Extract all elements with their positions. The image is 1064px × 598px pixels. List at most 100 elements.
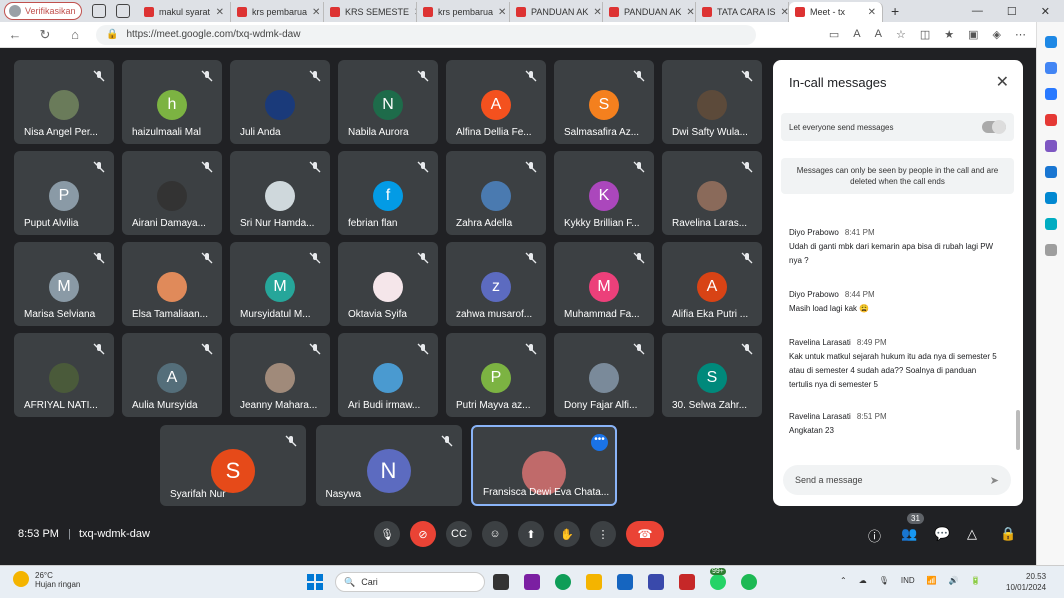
close-tab-icon[interactable]: ✕ xyxy=(686,7,694,18)
participant-tile[interactable]: Sri Nur Hamda... xyxy=(230,151,330,235)
tab-icon[interactable]: ▭ xyxy=(829,28,839,41)
present-button[interactable]: ⬆ xyxy=(518,521,544,547)
participant-tile[interactable]: f febrian flan xyxy=(338,151,438,235)
shopping-icon[interactable] xyxy=(1044,88,1057,100)
close-panel-icon[interactable]: ✕ xyxy=(996,72,1009,92)
store-icon[interactable] xyxy=(617,574,633,590)
more-options-button[interactable]: ⋮ xyxy=(590,521,616,547)
mic-tray-icon[interactable]: 🎙 xyxy=(879,576,889,585)
participant-tile[interactable]: M Muhammad Fa... xyxy=(554,242,654,326)
read-aloud-icon[interactable]: A xyxy=(875,28,882,41)
raise-hand-button[interactable]: ✋ xyxy=(554,521,580,547)
copilot-icon[interactable] xyxy=(1044,36,1057,48)
participant-tile[interactable]: AFRIYAL NATI... xyxy=(14,333,114,417)
participant-tile[interactable]: S Salmasafira Az... xyxy=(554,60,654,144)
participant-tile[interactable]: Ravelina Laras... xyxy=(662,151,762,235)
participant-tile[interactable]: P Putri Mayva az... xyxy=(446,333,546,417)
browser-tab[interactable]: TATA CARA IS ✕ xyxy=(696,2,789,22)
participant-tile[interactable]: S 30. Selwa Zahr... xyxy=(662,333,762,417)
back-icon[interactable]: ← xyxy=(0,27,30,42)
workspaces-icon[interactable] xyxy=(92,4,106,18)
add-icon[interactable] xyxy=(1044,244,1057,256)
participant-tile[interactable]: S Syarifah Nur xyxy=(160,425,306,506)
task-view-icon[interactable] xyxy=(493,574,509,590)
participant-tile[interactable]: Dony Fajar Alfi... xyxy=(554,333,654,417)
cloud-icon[interactable]: ☁ xyxy=(859,576,867,585)
volume-icon[interactable]: 🔊 xyxy=(949,576,959,585)
participant-tile[interactable]: Elsa Tamaliaan... xyxy=(122,242,222,326)
participant-tile[interactable]: ••• Fransisca Dewi Eva Chata... xyxy=(471,425,617,506)
more-options-icon[interactable]: ••• xyxy=(591,434,608,451)
chevron-up-icon[interactable]: ⌃ xyxy=(840,576,847,585)
participant-tile[interactable]: A Alfina Dellia Fe... xyxy=(446,60,546,144)
app-icon[interactable] xyxy=(648,574,664,590)
favorite-icon[interactable]: ☆ xyxy=(896,28,906,41)
language-indicator[interactable]: IND xyxy=(901,576,915,585)
participant-tile[interactable]: Oktavia Syifa xyxy=(338,242,438,326)
chat-icon[interactable]: 💬 xyxy=(934,526,950,542)
whatsapp-icon[interactable] xyxy=(710,574,726,590)
browser-tab[interactable]: krs pembarua ✕ xyxy=(417,2,510,22)
tools-icon[interactable] xyxy=(1044,114,1057,126)
participant-tile[interactable]: Dwi Safty Wula... xyxy=(662,60,762,144)
participant-tile[interactable]: Ari Budi irmaw... xyxy=(338,333,438,417)
translate-icon[interactable]: A xyxy=(853,28,860,41)
microsoft365-icon[interactable] xyxy=(1044,166,1057,178)
url-field[interactable]: 🔒 https://meet.google.com/txq-wdmk-daw xyxy=(96,24,756,45)
participant-tile[interactable]: Juli Anda xyxy=(230,60,330,144)
extensions-icon[interactable]: ◈ xyxy=(993,28,1001,41)
browser-tab[interactable]: makul syarat ✕ xyxy=(138,2,231,22)
battery-icon[interactable]: 🔋 xyxy=(971,576,981,585)
message-input[interactable]: Send a message ➤ xyxy=(783,465,1011,495)
participant-tile[interactable]: A Aulia Mursyida xyxy=(122,333,222,417)
edge-icon[interactable] xyxy=(555,574,571,590)
people-icon[interactable]: 👥 xyxy=(901,526,917,542)
close-tab-icon[interactable]: ✕ xyxy=(868,7,876,18)
participant-tile[interactable]: Nisa Angel Per... xyxy=(14,60,114,144)
browser-tab[interactable]: Meet - tx ✕ xyxy=(789,2,883,22)
activities-icon[interactable]: △ xyxy=(967,526,977,542)
teams-icon[interactable] xyxy=(524,574,540,590)
participant-tile[interactable]: z zahwa musarof... xyxy=(446,242,546,326)
info-icon[interactable]: ⓘ xyxy=(868,526,881,545)
participant-tile[interactable]: M Marisa Selviana xyxy=(14,242,114,326)
new-tab-button[interactable]: + xyxy=(891,3,899,19)
search-icon[interactable] xyxy=(1044,62,1057,74)
split-icon[interactable]: ◫ xyxy=(920,28,930,41)
participant-tile[interactable]: N Nabila Aurora xyxy=(338,60,438,144)
close-tab-icon[interactable]: ✕ xyxy=(593,7,601,18)
close-window-icon[interactable]: ✕ xyxy=(1041,5,1050,18)
participant-tile[interactable]: Jeanny Mahara... xyxy=(230,333,330,417)
close-tab-icon[interactable]: ✕ xyxy=(498,7,506,18)
explorer-icon[interactable] xyxy=(586,574,602,590)
minimize-icon[interactable]: — xyxy=(972,5,983,17)
drop-icon[interactable] xyxy=(1044,218,1057,230)
host-controls-icon[interactable]: 🔒 xyxy=(1000,526,1016,542)
taskbar-search[interactable]: 🔍 Cari xyxy=(335,572,485,592)
home-icon[interactable]: ⌂ xyxy=(60,27,90,42)
outlook-icon[interactable] xyxy=(1044,192,1057,204)
tab-actions-icon[interactable] xyxy=(116,4,130,18)
weather-widget[interactable]: 26°C Hujan ringan xyxy=(13,571,80,589)
participant-tile[interactable]: Airani Damaya... xyxy=(122,151,222,235)
close-tab-icon[interactable]: ✕ xyxy=(312,7,320,18)
participant-tile[interactable]: P Puput Alvilia xyxy=(14,151,114,235)
collections-icon[interactable]: ▣ xyxy=(968,28,978,41)
participant-tile[interactable]: M Mursyidatul M... xyxy=(230,242,330,326)
start-icon[interactable] xyxy=(307,574,323,590)
close-tab-icon[interactable]: ✕ xyxy=(216,7,224,18)
profile-button[interactable]: Verifikasikan xyxy=(4,2,82,20)
browser-tab[interactable]: krs pembarua ✕ xyxy=(231,2,324,22)
close-tab-icon[interactable]: ✕ xyxy=(781,7,788,18)
games-icon[interactable] xyxy=(1044,140,1057,152)
emoji-button[interactable]: ☺ xyxy=(482,521,508,547)
participant-tile[interactable]: K Kykky Brillian F... xyxy=(554,151,654,235)
browser-tab[interactable]: KRS SEMESTE✕ xyxy=(324,2,417,22)
camera-off-button[interactable]: ⊘ xyxy=(410,521,436,547)
clock[interactable]: 20.53 10/01/2024 xyxy=(1006,571,1046,593)
microphone-button[interactable]: 🎙 xyxy=(374,521,400,547)
send-icon[interactable]: ➤ xyxy=(990,474,999,487)
mcafee-icon[interactable] xyxy=(679,574,695,590)
captions-button[interactable]: CC xyxy=(446,521,472,547)
spotify-icon[interactable] xyxy=(741,574,757,590)
